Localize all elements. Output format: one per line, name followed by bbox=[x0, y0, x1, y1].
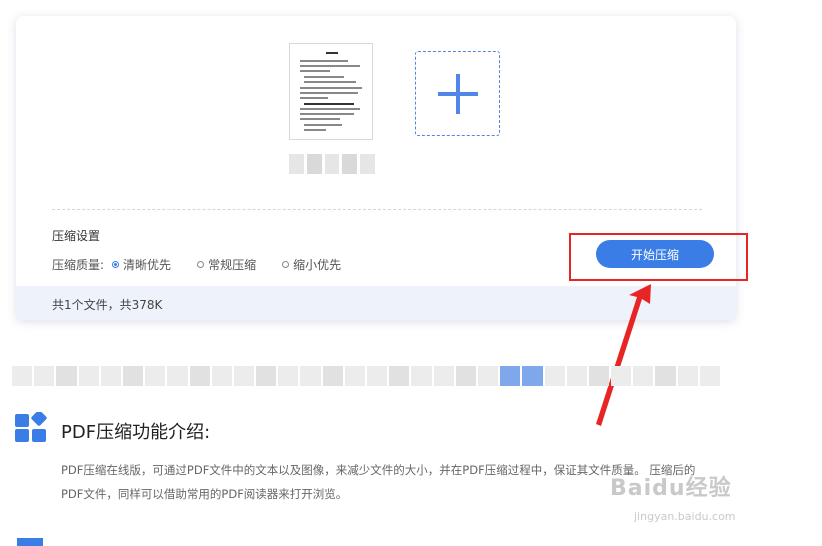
intro-title: PDF压缩功能介绍: bbox=[61, 422, 211, 443]
quality-label: 压缩质量: bbox=[52, 258, 105, 272]
radio-selected-icon bbox=[112, 261, 120, 268]
settings-title: 压缩设置 bbox=[52, 229, 101, 243]
next-section-icon bbox=[17, 538, 43, 546]
quality-option-small[interactable]: 缩小优先 bbox=[282, 256, 341, 273]
settings-divider bbox=[52, 209, 702, 210]
radio-icon bbox=[197, 261, 205, 268]
apps-grid-icon bbox=[15, 412, 47, 442]
file-summary-bar: 共1个文件，共378K bbox=[16, 286, 736, 320]
watermark-url: jingyan.baidu.com bbox=[634, 510, 736, 523]
add-file-button[interactable] bbox=[415, 51, 500, 136]
watermark-logo: Baidu经验 bbox=[610, 476, 732, 501]
annotation-highlight-box bbox=[569, 233, 748, 281]
quality-selector: 压缩质量: 清晰优先 常规压缩 缩小优先 bbox=[52, 256, 367, 273]
blurred-text-strip bbox=[12, 366, 720, 386]
file-name-blurred bbox=[289, 154, 375, 174]
radio-icon bbox=[282, 261, 290, 268]
quality-option-normal[interactable]: 常规压缩 bbox=[197, 256, 256, 273]
document-thumbnail[interactable] bbox=[289, 43, 373, 140]
file-summary: 共1个文件，共378K bbox=[52, 298, 163, 312]
quality-option-clear[interactable]: 清晰优先 bbox=[112, 256, 171, 273]
plus-icon bbox=[437, 73, 478, 114]
